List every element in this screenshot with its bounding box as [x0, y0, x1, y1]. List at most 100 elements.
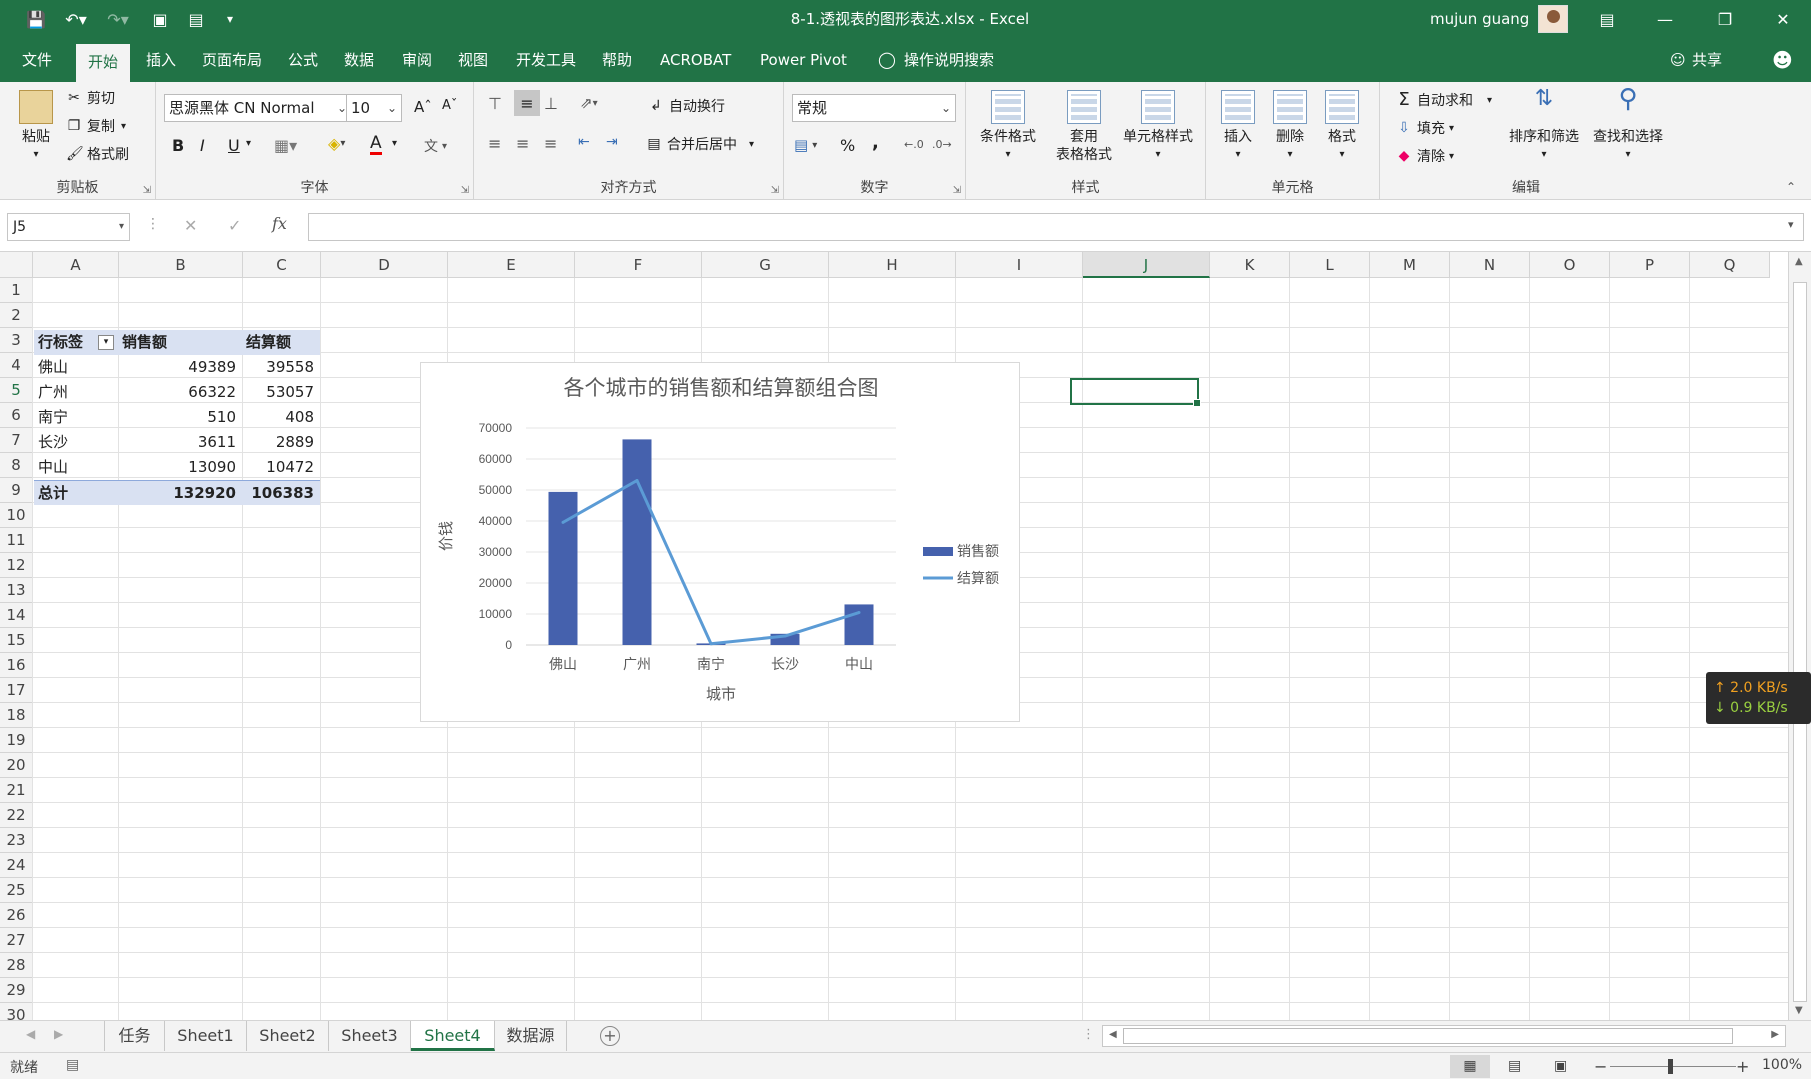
- pivot-total-settle[interactable]: 106383: [242, 480, 320, 505]
- tab-data[interactable]: 数据: [334, 38, 384, 82]
- name-box[interactable]: J5 ▾: [7, 213, 130, 241]
- tab-scroll-left-icon[interactable]: ◀: [26, 1027, 35, 1041]
- avatar[interactable]: [1538, 5, 1568, 33]
- fill-button[interactable]: ⇩ 填充 ▾: [1396, 118, 1454, 138]
- row-header-10[interactable]: 10: [0, 503, 33, 528]
- increase-font-icon[interactable]: Aˆ: [414, 98, 432, 116]
- column-header-a[interactable]: A: [33, 252, 119, 278]
- scroll-right-icon[interactable]: ▶: [1771, 1029, 1779, 1040]
- row-header-26[interactable]: 26: [0, 903, 33, 928]
- delete-cells-button[interactable]: 删除 ▾: [1266, 90, 1314, 164]
- bold-button[interactable]: B: [172, 136, 184, 155]
- cut-button[interactable]: ✂ 剪切: [66, 88, 115, 108]
- merge-center-button[interactable]: ▤ 合并后居中 ▾: [646, 134, 754, 154]
- clear-button[interactable]: ◆ 清除 ▾: [1396, 146, 1454, 166]
- comma-button[interactable]: ,: [872, 132, 879, 153]
- column-header-p[interactable]: P: [1610, 252, 1690, 278]
- row-header-29[interactable]: 29: [0, 978, 33, 1003]
- format-as-table-button[interactable]: 套用 表格格式: [1046, 90, 1122, 164]
- pivot-sales-cell[interactable]: 510: [118, 405, 242, 430]
- format-cells-button[interactable]: 格式 ▾: [1318, 90, 1366, 164]
- wrap-text-button[interactable]: ↲ 自动换行: [648, 96, 725, 116]
- tab-help[interactable]: 帮助: [592, 38, 642, 82]
- row-header-22[interactable]: 22: [0, 803, 33, 828]
- zoom-slider-thumb[interactable]: [1668, 1059, 1673, 1074]
- combo-chart[interactable]: 各个城市的销售额和结算额组合图 70000 60000 50000 40000 30000…: [420, 362, 1020, 722]
- row-header-13[interactable]: 13: [0, 578, 33, 603]
- zoom-out-icon[interactable]: −: [1594, 1055, 1607, 1078]
- tab-file[interactable]: 文件: [12, 38, 62, 82]
- paste-button[interactable]: 粘贴 ▾: [14, 90, 58, 164]
- row-header-11[interactable]: 11: [0, 528, 33, 553]
- pivot-settle-cell[interactable]: 39558: [242, 355, 320, 380]
- zoom-level[interactable]: 100%: [1762, 1057, 1802, 1073]
- tab-insert[interactable]: 插入: [136, 38, 186, 82]
- scroll-down-icon[interactable]: ▼: [1795, 1005, 1803, 1016]
- share-button[interactable]: ☺ 共享: [1664, 38, 1732, 82]
- row-header-12[interactable]: 12: [0, 553, 33, 578]
- column-header-q[interactable]: Q: [1690, 252, 1770, 278]
- filter-dropdown-icon[interactable]: ▾: [98, 335, 114, 350]
- tab-acrobat[interactable]: ACROBAT: [650, 38, 741, 82]
- conditional-format-button[interactable]: 条件格式 ▾: [976, 90, 1040, 164]
- select-all-corner[interactable]: [0, 252, 33, 278]
- scroll-left-icon[interactable]: ◀: [1109, 1029, 1117, 1040]
- column-header-d[interactable]: D: [321, 252, 448, 278]
- chevron-down-icon[interactable]: ▾: [246, 138, 251, 149]
- phonetic-button[interactable]: 文 ▾: [424, 136, 447, 156]
- enter-icon[interactable]: ✓: [228, 216, 241, 235]
- macro-record-icon[interactable]: ▤: [66, 1057, 79, 1073]
- italic-button[interactable]: I: [200, 136, 205, 155]
- pivot-header-sales[interactable]: 销售额: [118, 330, 242, 355]
- cancel-icon[interactable]: ✕: [184, 216, 197, 235]
- smiley-feedback-icon[interactable]: ☻: [1762, 38, 1803, 82]
- row-header-9[interactable]: 9: [0, 478, 33, 503]
- column-header-i[interactable]: I: [956, 252, 1083, 278]
- row-header-18[interactable]: 18: [0, 703, 33, 728]
- scroll-up-icon[interactable]: ▲: [1795, 256, 1803, 267]
- sort-filter-button[interactable]: ⇅ 排序和筛选 ▾: [1502, 88, 1586, 164]
- row-header-5[interactable]: 5: [0, 378, 33, 403]
- vertical-scrollbar[interactable]: ▲ ▼: [1788, 252, 1811, 1020]
- formula-input[interactable]: [308, 213, 1804, 241]
- align-center-icon[interactable]: ≡: [516, 134, 529, 153]
- undo-icon[interactable]: ↶▾: [58, 0, 94, 38]
- column-header-b[interactable]: B: [119, 252, 243, 278]
- column-header-e[interactable]: E: [448, 252, 575, 278]
- sheet-tab-datasource[interactable]: 数据源: [495, 1021, 567, 1051]
- column-header-m[interactable]: M: [1370, 252, 1450, 278]
- pivot-header-settle[interactable]: 结算额: [242, 330, 320, 355]
- copy-button[interactable]: ❐ 复制 ▾: [66, 116, 126, 136]
- row-header-15[interactable]: 15: [0, 628, 33, 653]
- tab-view[interactable]: 视图: [448, 38, 498, 82]
- page-break-view-icon[interactable]: ▣: [1554, 1055, 1567, 1078]
- align-right-icon[interactable]: ≡: [544, 134, 557, 153]
- row-header-20[interactable]: 20: [0, 753, 33, 778]
- find-select-button[interactable]: ⚲ 查找和选择 ▾: [1586, 86, 1670, 164]
- increase-indent-icon[interactable]: ⇥: [606, 134, 618, 150]
- restore-icon[interactable]: ❐: [1702, 0, 1748, 38]
- tab-page-layout[interactable]: 页面布局: [192, 38, 272, 82]
- column-header-g[interactable]: G: [702, 252, 829, 278]
- fill-color-icon[interactable]: ◈ ▾: [328, 134, 345, 153]
- row-header-23[interactable]: 23: [0, 828, 33, 853]
- tab-power-pivot[interactable]: Power Pivot: [750, 38, 857, 82]
- accounting-format-icon[interactable]: ▤ ▾: [794, 136, 817, 154]
- row-header-17[interactable]: 17: [0, 678, 33, 703]
- pivot-total-label[interactable]: 总计: [34, 480, 118, 505]
- column-header-n[interactable]: N: [1450, 252, 1530, 278]
- row-header-16[interactable]: 16: [0, 653, 33, 678]
- page-layout-view-icon[interactable]: ▤: [1508, 1055, 1521, 1078]
- percent-button[interactable]: %: [840, 136, 855, 155]
- redo-icon[interactable]: ↷▾: [100, 0, 136, 38]
- expand-formula-icon[interactable]: ▾: [1788, 218, 1794, 231]
- font-name-select[interactable]: 思源黑体 CN Normal ⌄: [164, 94, 352, 122]
- row-header-19[interactable]: 19: [0, 728, 33, 753]
- pivot-row-label[interactable]: 中山: [34, 455, 118, 480]
- h-scroll-thumb[interactable]: [1123, 1028, 1733, 1044]
- normal-view-icon[interactable]: ▦: [1450, 1055, 1490, 1078]
- row-header-3[interactable]: 3: [0, 328, 33, 353]
- save-icon[interactable]: 💾: [22, 0, 50, 38]
- user-name[interactable]: mujun guang: [1430, 0, 1529, 38]
- sheet-tab-sheet3[interactable]: Sheet3: [329, 1021, 411, 1051]
